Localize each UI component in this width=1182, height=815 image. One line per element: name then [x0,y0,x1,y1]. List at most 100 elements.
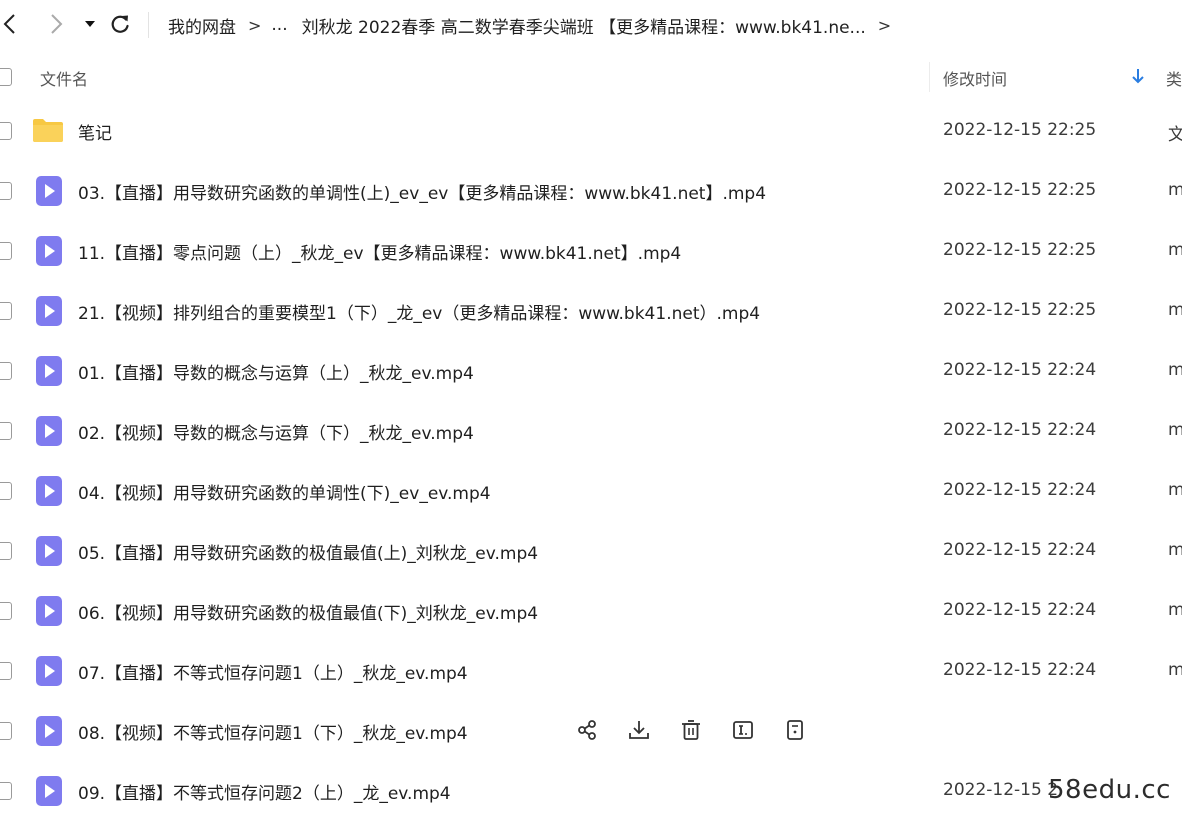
back-button[interactable] [0,8,26,40]
file-name[interactable]: 01.【直播】导数的概念与运算（上）_秋龙_ev.mp4 [78,359,474,384]
row-checkbox[interactable] [0,302,12,320]
row-checkbox[interactable] [0,362,12,380]
file-name[interactable]: 07.【直播】不等式恒存问题1（上）_秋龙_ev.mp4 [78,659,468,684]
file-row[interactable]: 04.【视频】用导数研究函数的单调性(下)_ev_ev.mp4 2022-12-1… [0,461,1182,521]
rename-button[interactable] [730,717,756,743]
breadcrumb-separator: > [248,15,262,35]
file-name[interactable]: 06.【视频】用导数研究函数的极值最值(下)_刘秋龙_ev.mp4 [78,599,538,624]
file-row[interactable]: 02.【视频】导数的概念与运算（下）_秋龙_ev.mp4 2022-12-15 2… [0,401,1182,461]
file-type: m [1168,540,1182,560]
file-row[interactable]: 08.【视频】不等式恒存问题1（下）_秋龙_ev.mp4 [0,701,1182,761]
file-type: 文 [1168,125,1182,145]
breadcrumb-current[interactable]: 刘秋龙 2022春季 高二数学春季尖端班 【更多精品课程：www.bk41.ne… [302,13,866,38]
refresh-icon [111,15,129,33]
file-row[interactable]: 06.【视频】用导数研究函数的极值最值(下)_刘秋龙_ev.mp4 2022-12… [0,581,1182,641]
file-name[interactable]: 09.【直播】不等式恒存问题2（上）_龙_ev.mp4 [78,779,451,804]
file-name[interactable]: 05.【直播】用导数研究函数的极值最值(上)_刘秋龙_ev.mp4 [78,539,538,564]
delete-button[interactable] [678,717,704,743]
row-checkbox[interactable] [0,242,12,260]
video-file-icon [36,176,62,206]
row-checkbox[interactable] [0,422,12,440]
caret-down-icon [85,21,95,27]
row-checkbox[interactable] [0,722,12,740]
file-name[interactable]: 21.【视频】排列组合的重要模型1（下）_龙_ev（更多精品课程：www.bk4… [78,299,760,324]
file-type: m [1168,240,1182,260]
breadcrumb-root[interactable]: 我的网盘 [168,13,236,38]
column-type[interactable]: 类 [1166,66,1182,90]
file-row[interactable]: 03.【直播】用导数研究函数的单调性(上)_ev_ev【更多精品课程：www.b… [0,161,1182,221]
file-row[interactable]: 01.【直播】导数的概念与运算（上）_秋龙_ev.mp4 2022-12-15 2… [0,341,1182,401]
file-type: m [1168,180,1182,200]
column-modified-time[interactable]: 修改时间 [943,66,1007,90]
folder-icon [33,119,63,142]
more-button[interactable] [782,717,808,743]
delete-icon [682,720,700,740]
file-modified-time: 2022-12-15 22:24 [943,660,1097,680]
file-type: m [1168,420,1182,440]
file-row[interactable]: 09.【直播】不等式恒存问题2（上）_龙_ev.mp4 2022-12-15 25… [0,761,1182,815]
file-name[interactable]: 笔记 [78,119,112,144]
file-modified-time: 2022-12-15 22:24 [943,480,1097,500]
video-file-icon [36,296,62,326]
video-file-icon [36,236,62,266]
row-checkbox[interactable] [0,122,12,140]
file-row[interactable]: 11.【直播】零点问题（上）_秋龙_ev【更多精品课程：www.bk41.net… [0,221,1182,281]
download-button[interactable] [626,717,652,743]
file-name[interactable]: 03.【直播】用导数研究函数的单调性(上)_ev_ev【更多精品课程：www.b… [78,179,766,204]
sort-descending-icon[interactable] [1130,66,1146,86]
file-manager: 我的网盘 > ... 刘秋龙 2022春季 高二数学春季尖端班 【更多精品课程：… [0,0,1182,815]
file-modified-time: 2022-12-15 22:25 [943,120,1097,140]
video-file-icon [36,656,62,686]
forward-button[interactable] [40,8,72,40]
column-name[interactable]: 文件名 [40,66,88,90]
share-icon [578,720,596,740]
more-icon [787,720,803,740]
file-modified-time: 2022-12-15 22:24 [943,540,1097,560]
video-file-icon [36,416,62,446]
file-type: m [1168,480,1182,500]
file-name[interactable]: 11.【直播】零点问题（上）_秋龙_ev【更多精品课程：www.bk41.net… [78,239,681,264]
chevron-right-icon [51,14,63,34]
row-checkbox[interactable] [0,182,12,200]
breadcrumb-trailing-separator[interactable]: > [878,16,891,35]
toolbar-divider [148,12,149,38]
breadcrumb: 我的网盘 > ... 刘秋龙 2022春季 高二数学春季尖端班 【更多精品课程：… [168,12,901,38]
file-row[interactable]: 笔记 2022-12-15 22:25 文 [0,101,1182,161]
file-type: m [1168,300,1182,320]
download-icon [629,721,649,739]
file-row[interactable]: 07.【直播】不等式恒存问题1（上）_秋龙_ev.mp4 2022-12-15 2… [0,641,1182,701]
file-list: 笔记 2022-12-15 22:25 文 03.【直播】用导数研究函数的单调性(上)… [0,101,1182,815]
row-checkbox[interactable] [0,782,12,800]
video-file-icon [36,356,62,386]
file-type: m [1168,600,1182,620]
file-row[interactable]: 05.【直播】用导数研究函数的极值最值(上)_刘秋龙_ev.mp4 2022-12… [0,521,1182,581]
video-file-icon [36,716,62,746]
file-modified-time: 2022-12-15 2 [943,780,1059,800]
file-name[interactable]: 08.【视频】不等式恒存问题1（下）_秋龙_ev.mp4 [78,719,468,744]
file-modified-time: 2022-12-15 22:25 [943,180,1097,200]
breadcrumb-ellipsis[interactable]: ... [271,15,287,35]
chevron-left-icon [3,14,15,34]
file-name[interactable]: 04.【视频】用导数研究函数的单调性(下)_ev_ev.mp4 [78,479,491,504]
row-checkbox[interactable] [0,602,12,620]
refresh-button[interactable] [104,8,136,40]
file-type: m [1168,360,1182,380]
row-checkbox[interactable] [0,662,12,680]
column-divider [929,62,930,92]
file-type: m [1168,660,1182,680]
file-modified-time: 2022-12-15 22:24 [943,600,1097,620]
row-checkbox[interactable] [0,482,12,500]
file-modified-time: 2022-12-15 22:24 [943,420,1097,440]
file-name[interactable]: 02.【视频】导数的概念与运算（下）_秋龙_ev.mp4 [78,419,474,444]
history-dropdown-button[interactable] [74,8,106,40]
share-button[interactable] [574,717,600,743]
file-modified-time: 2022-12-15 22:25 [943,240,1097,260]
select-all-checkbox[interactable] [0,68,12,86]
video-file-icon [36,776,62,806]
navigation-bar: 我的网盘 > ... 刘秋龙 2022春季 高二数学春季尖端班 【更多精品课程：… [0,0,1182,50]
row-checkbox[interactable] [0,542,12,560]
row-hover-actions [574,717,808,743]
video-file-icon [36,476,62,506]
file-modified-time: 2022-12-15 22:25 [943,300,1097,320]
file-row[interactable]: 21.【视频】排列组合的重要模型1（下）_龙_ev（更多精品课程：www.bk4… [0,281,1182,341]
